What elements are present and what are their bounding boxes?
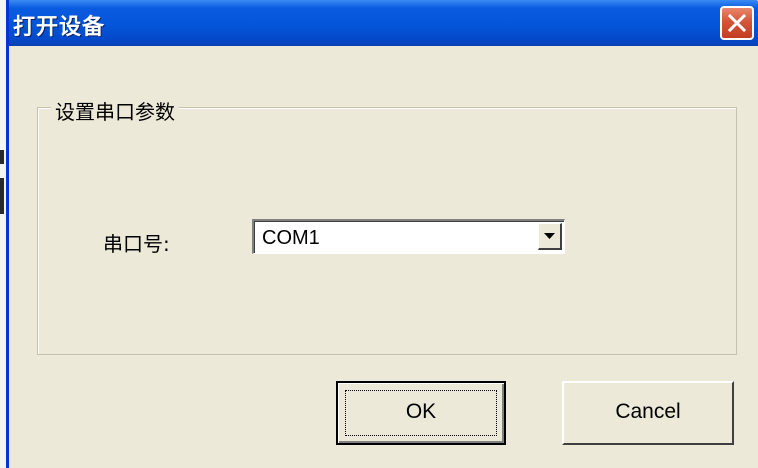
focus-rectangle xyxy=(345,390,497,436)
screen: 打开设备 设置串口参数 串口号: COM1 OK Cancel xyxy=(0,0,758,468)
close-button[interactable] xyxy=(720,6,754,40)
chevron-down-icon xyxy=(544,233,555,239)
serial-port-value: COM1 xyxy=(262,227,320,249)
background-mark xyxy=(0,150,4,164)
serial-port-label: 串口号: xyxy=(103,232,170,256)
ok-button[interactable]: OK xyxy=(336,381,506,445)
serial-port-select[interactable]: COM1 xyxy=(252,219,565,254)
close-icon xyxy=(727,13,747,33)
cancel-button-label: Cancel xyxy=(615,400,681,423)
cancel-button[interactable]: Cancel xyxy=(562,381,734,445)
window-title: 打开设备 xyxy=(13,15,106,40)
title-bar[interactable]: 打开设备 xyxy=(9,0,758,46)
group-label: 设置串口参数 xyxy=(51,96,179,125)
dropdown-button[interactable] xyxy=(538,223,562,250)
background-mark xyxy=(0,178,4,214)
